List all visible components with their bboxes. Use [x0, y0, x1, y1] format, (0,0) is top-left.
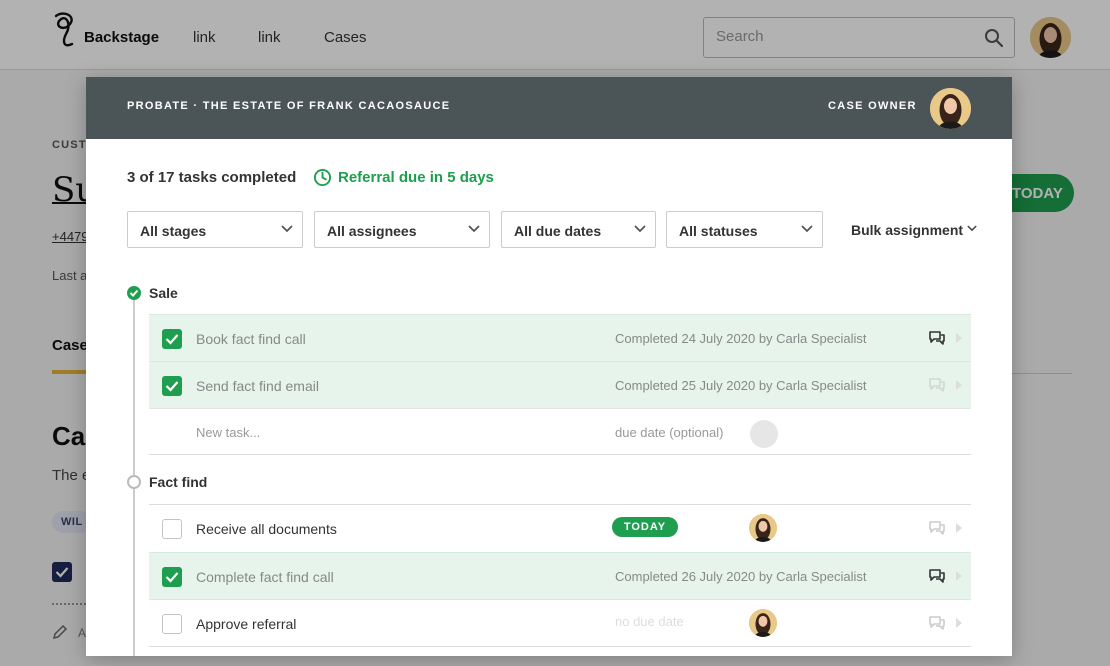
bulk-assignment-label: Bulk assignment — [851, 222, 964, 238]
task-checkbox[interactable] — [162, 329, 182, 349]
comment-icon[interactable] — [928, 330, 946, 346]
modal-header: PROBATE · THE ESTATE OF FRANK CACAOSAUCE… — [86, 77, 1012, 139]
filter-statuses[interactable]: All statuses — [666, 211, 823, 248]
arrow-right-icon[interactable] — [956, 571, 962, 581]
chevron-down-icon — [468, 225, 480, 233]
task-row[interactable]: Send fact find email Completed 25 July 2… — [149, 361, 971, 408]
task-name[interactable]: Book fact find call — [196, 331, 306, 347]
chevron-down-icon — [801, 225, 813, 233]
stage-complete-icon — [127, 286, 141, 300]
new-task-due-input[interactable]: due date (optional) — [615, 425, 723, 440]
case-tasks-modal: PROBATE · THE ESTATE OF FRANK CACAOSAUCE… — [86, 77, 1012, 656]
task-checkbox[interactable] — [162, 376, 182, 396]
task-row[interactable]: Approve referral no due date — [149, 599, 971, 646]
task-name[interactable]: Receive all documents — [196, 521, 337, 537]
task-row[interactable]: Book fact find call Completed 24 July 20… — [149, 314, 971, 361]
chevron-down-icon — [967, 225, 977, 232]
arrow-right-icon[interactable] — [956, 333, 962, 343]
referral-due-text: Referral due in 5 days — [338, 168, 494, 186]
assignee-avatar[interactable] — [749, 514, 777, 542]
check-icon — [129, 289, 139, 297]
check-icon — [165, 334, 179, 345]
row-divider — [149, 646, 971, 647]
stage-open-icon — [127, 475, 141, 489]
task-row[interactable]: Complete fact find call Completed 26 Jul… — [149, 552, 971, 599]
filter-stages[interactable]: All stages — [127, 211, 303, 248]
task-name[interactable]: Complete fact find call — [196, 569, 334, 585]
filter-assignees[interactable]: All assignees — [314, 211, 490, 248]
new-task-row[interactable]: New task... due date (optional) — [149, 408, 971, 455]
check-icon — [165, 572, 179, 583]
stage-label-sale[interactable]: Sale — [149, 285, 178, 301]
clock-icon — [313, 168, 332, 186]
filter-due-dates[interactable]: All due dates — [501, 211, 656, 248]
case-owner-label: CASE OWNER — [828, 100, 917, 112]
task-name[interactable]: Send fact find email — [196, 378, 319, 394]
chevron-down-icon — [634, 225, 646, 233]
task-checkbox[interactable] — [162, 567, 182, 587]
task-checkbox[interactable] — [162, 614, 182, 634]
filter-statuses-label: All statuses — [679, 223, 758, 239]
task-due-date[interactable]: no due date — [615, 614, 684, 629]
filter-stages-label: All stages — [140, 223, 207, 239]
comment-icon[interactable] — [928, 520, 946, 536]
bulk-assignment-button[interactable]: Bulk assignment — [851, 222, 977, 238]
comment-icon[interactable] — [928, 568, 946, 584]
arrow-right-icon[interactable] — [956, 618, 962, 628]
assignee-picker[interactable] — [750, 420, 778, 448]
task-status: Completed 24 July 2020 by Carla Speciali… — [615, 331, 867, 346]
modal-title: PROBATE · THE ESTATE OF FRANK CACAOSAUCE — [127, 100, 451, 112]
filter-assignees-label: All assignees — [327, 223, 417, 239]
case-owner-avatar[interactable] — [930, 88, 971, 129]
referral-due: Referral due in 5 days — [313, 166, 494, 188]
assignee-avatar[interactable] — [749, 609, 777, 637]
check-icon — [165, 381, 179, 392]
arrow-right-icon[interactable] — [956, 380, 962, 390]
tasks-progress: 3 of 17 tasks completed — [127, 169, 297, 186]
task-checkbox[interactable] — [162, 519, 182, 539]
task-row[interactable]: Receive all documents TODAY — [149, 505, 971, 552]
arrow-right-icon[interactable] — [956, 523, 962, 533]
task-name[interactable]: Approve referral — [196, 616, 296, 632]
comment-icon[interactable] — [928, 615, 946, 631]
task-status: Completed 26 July 2020 by Carla Speciali… — [615, 569, 867, 584]
filter-due-dates-label: All due dates — [514, 223, 602, 239]
new-task-input[interactable]: New task... — [196, 425, 260, 440]
stage-label-fact-find[interactable]: Fact find — [149, 474, 207, 490]
task-status: Completed 25 July 2020 by Carla Speciali… — [615, 378, 867, 393]
stage-divider — [149, 454, 971, 455]
due-today-badge: TODAY — [612, 517, 678, 537]
comment-icon[interactable] — [928, 377, 946, 393]
chevron-down-icon — [281, 225, 293, 233]
